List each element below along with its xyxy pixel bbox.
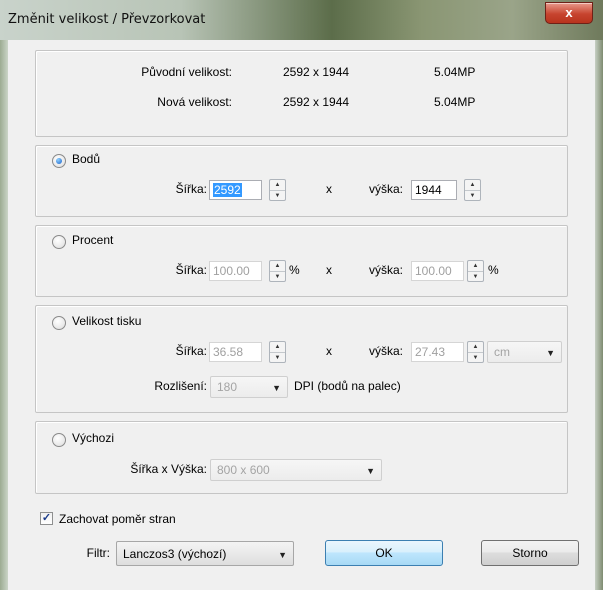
percent-radio[interactable] <box>52 235 66 249</box>
print-size-group: Velikost tisku Šířka: 36.58 ▲ ▼ x výška: … <box>35 305 568 413</box>
percent-times-sign: x <box>326 263 332 277</box>
print-height-value: 27.43 <box>415 345 446 359</box>
print-size-radio[interactable] <box>52 316 66 330</box>
filter-label: Filtr: <box>86 546 110 560</box>
percent-height-label: výška: <box>369 263 404 277</box>
pixels-height-input[interactable]: 1944 <box>411 180 457 200</box>
close-icon: x <box>565 5 573 20</box>
chevron-down-icon: ▼ <box>272 383 281 393</box>
spinner-down-icon[interactable]: ▼ <box>270 353 285 363</box>
spinner-up-icon[interactable]: ▲ <box>270 261 285 272</box>
spinner-up-icon[interactable]: ▲ <box>468 261 483 272</box>
new-megapixels: 5.04MP <box>434 95 476 109</box>
ok-button[interactable]: OK <box>325 540 443 566</box>
percent-width-value: 100.00 <box>213 264 250 278</box>
cancel-button[interactable]: Storno <box>481 540 579 566</box>
percent-width-label: Šířka: <box>175 263 207 277</box>
chevron-down-icon: ▼ <box>546 348 555 358</box>
percent-height-spinner[interactable]: ▲ ▼ <box>467 260 484 282</box>
dpi-label: DPI (bodů na palec) <box>294 379 401 393</box>
checkmark-icon: ✓ <box>41 512 52 524</box>
keep-ratio-checkbox[interactable]: ✓ <box>40 512 53 525</box>
pixels-radio[interactable] <box>52 154 66 168</box>
percent-height-value: 100.00 <box>415 264 452 278</box>
print-unit-select[interactable]: cm ▼ <box>487 341 562 363</box>
pixels-times-sign: x <box>326 182 332 196</box>
preset-size-select[interactable]: 800 x 600 ▼ <box>210 459 382 481</box>
preset-radio-label[interactable]: Výchozi <box>72 431 114 445</box>
print-width-value: 36.58 <box>213 345 244 359</box>
preset-size-value: 800 x 600 <box>217 463 270 477</box>
original-size-label: Původní velikost: <box>141 65 232 79</box>
window-frame-left <box>0 40 8 590</box>
spinner-up-icon[interactable]: ▲ <box>465 180 480 191</box>
pixels-width-value: 2592 <box>213 183 242 197</box>
preset-radio[interactable] <box>52 433 66 447</box>
print-height-label: výška: <box>369 344 404 358</box>
percent-height-input[interactable]: 100.00 <box>411 261 464 281</box>
spinner-down-icon[interactable]: ▼ <box>468 272 483 282</box>
spinner-down-icon[interactable]: ▼ <box>465 191 480 201</box>
pixels-radio-label[interactable]: Bodů <box>72 152 100 166</box>
preset-size-label: Šířka x Výška: <box>130 462 207 476</box>
close-button[interactable]: x <box>545 2 593 24</box>
dialog-client: Původní velikost: 2592 x 1944 5.04MP Nov… <box>8 40 595 590</box>
title-bar[interactable]: Změnit velikost / Převzorkovat x <box>0 0 603 40</box>
print-width-input[interactable]: 36.58 <box>209 342 262 362</box>
pixels-height-label: výška: <box>369 182 404 196</box>
print-height-input[interactable]: 27.43 <box>411 342 464 362</box>
window-title: Změnit velikost / Převzorkovat <box>8 12 206 27</box>
spinner-up-icon[interactable]: ▲ <box>270 342 285 353</box>
size-info-group: Původní velikost: 2592 x 1944 5.04MP Nov… <box>35 50 568 137</box>
filter-value: Lanczos3 (výchozí) <box>123 547 227 561</box>
percent-height-unit: % <box>488 263 499 277</box>
preset-group: Výchozi Šířka x Výška: 800 x 600 ▼ <box>35 421 568 494</box>
resolution-select[interactable]: 180 ▼ <box>210 376 288 398</box>
new-size-value: 2592 x 1944 <box>283 95 350 109</box>
chevron-down-icon: ▼ <box>278 550 287 560</box>
window-frame-right <box>595 40 603 590</box>
pixels-width-spinner[interactable]: ▲ ▼ <box>269 179 286 201</box>
new-size-label: Nová velikost: <box>157 95 232 109</box>
original-size-value: 2592 x 1944 <box>283 65 350 79</box>
print-height-spinner[interactable]: ▲ ▼ <box>467 341 484 363</box>
chevron-down-icon: ▼ <box>366 466 375 476</box>
print-unit-value: cm <box>494 345 510 359</box>
keep-ratio-label[interactable]: Zachovat poměr stran <box>59 512 176 526</box>
pixels-height-value: 1944 <box>415 183 442 197</box>
spinner-up-icon[interactable]: ▲ <box>270 180 285 191</box>
filter-select[interactable]: Lanczos3 (výchozí) ▼ <box>116 541 294 566</box>
print-times-sign: x <box>326 344 332 358</box>
percent-width-input[interactable]: 100.00 <box>209 261 262 281</box>
spinner-down-icon[interactable]: ▼ <box>270 191 285 201</box>
resolution-value: 180 <box>217 380 238 394</box>
original-megapixels: 5.04MP <box>434 65 476 79</box>
percent-width-spinner[interactable]: ▲ ▼ <box>269 260 286 282</box>
percent-width-unit: % <box>289 263 300 277</box>
resolution-label: Rozlišení: <box>154 379 207 393</box>
print-width-spinner[interactable]: ▲ ▼ <box>269 341 286 363</box>
ok-button-label: OK <box>375 546 393 560</box>
pixels-group: Bodů Šířka: 2592 ▲ ▼ x výška: 1944 ▲ ▼ <box>35 145 568 217</box>
cancel-button-label: Storno <box>512 546 548 560</box>
print-width-label: Šířka: <box>175 344 207 358</box>
pixels-width-input[interactable]: 2592 <box>209 180 262 200</box>
pixels-height-spinner[interactable]: ▲ ▼ <box>464 179 481 201</box>
spinner-down-icon[interactable]: ▼ <box>468 353 483 363</box>
percent-radio-label[interactable]: Procent <box>72 233 113 247</box>
spinner-up-icon[interactable]: ▲ <box>468 342 483 353</box>
spinner-down-icon[interactable]: ▼ <box>270 272 285 282</box>
pixels-width-label: Šířka: <box>175 182 207 196</box>
print-size-radio-label[interactable]: Velikost tisku <box>72 314 141 328</box>
percent-group: Procent Šířka: 100.00 ▲ ▼ % x výška: 100.… <box>35 225 568 297</box>
